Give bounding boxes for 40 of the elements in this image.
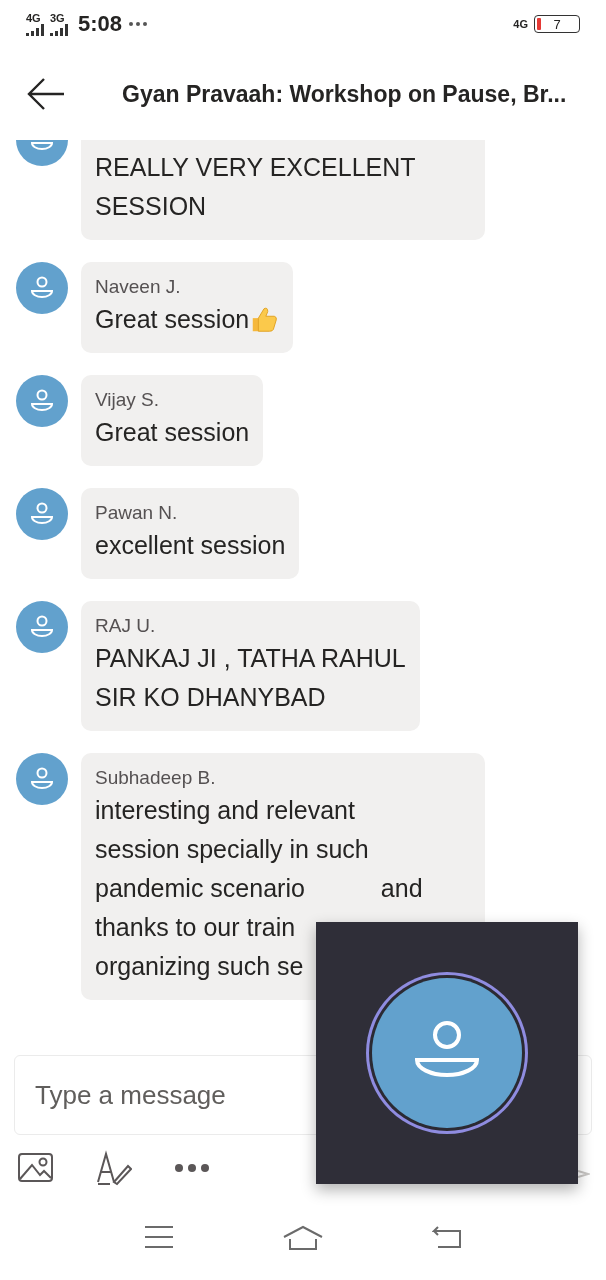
message-text: interesting and relevant: [95, 795, 355, 826]
menu-icon[interactable]: [144, 1225, 174, 1249]
avatar-icon: [16, 753, 68, 805]
clock: 5:08: [78, 11, 123, 37]
sender-name: RAJ U.: [95, 615, 157, 637]
signal-icon: [50, 22, 68, 36]
message-text: SESSION: [95, 191, 207, 222]
sender-name: Vijay S.: [95, 389, 161, 411]
message-text: session specially in such: [95, 834, 369, 865]
call-video-tile[interactable]: [316, 922, 578, 1184]
message-text: organizing such se: [95, 951, 304, 982]
message-text: Great session: [95, 304, 250, 335]
image-icon[interactable]: [18, 1153, 54, 1183]
network-label: 4G: [26, 12, 41, 23]
message-text: and: [380, 873, 423, 904]
message-text: PANKAJ JI , TATHA RAHUL: [95, 643, 406, 674]
battery-level: 7: [552, 16, 562, 32]
message-text: thanks to our train: [95, 912, 296, 943]
sender-name: Naveen J.: [95, 276, 182, 298]
avatar-icon: [16, 601, 68, 653]
avatar-icon: [16, 262, 68, 314]
more-icon[interactable]: [174, 1163, 210, 1173]
participant-avatar-icon: [364, 970, 530, 1136]
message-text: REALLY VERY EXCELLENT: [95, 152, 416, 183]
signal-icon: [26, 22, 44, 36]
more-notifications-icon: [128, 21, 149, 27]
sender-name: Pawan N.: [95, 502, 179, 524]
network-label: 4G: [513, 19, 528, 29]
text-format-icon[interactable]: [96, 1150, 132, 1186]
chat-title: Gyan Pravaah: Workshop on Pause, Br...: [122, 80, 567, 108]
sender-name: Subhadeep B.: [95, 767, 217, 789]
message-text: excellent session: [95, 530, 286, 561]
message-text: pandemic scenario: [95, 873, 305, 904]
network-label: 3G: [50, 12, 65, 23]
message-text: Great session: [95, 417, 250, 448]
back-nav-icon[interactable]: [432, 1225, 462, 1249]
avatar-icon: [16, 488, 68, 540]
message-text: SIR KO DHANYBAD: [95, 682, 326, 713]
avatar-icon: [16, 375, 68, 427]
home-icon[interactable]: [282, 1225, 324, 1251]
